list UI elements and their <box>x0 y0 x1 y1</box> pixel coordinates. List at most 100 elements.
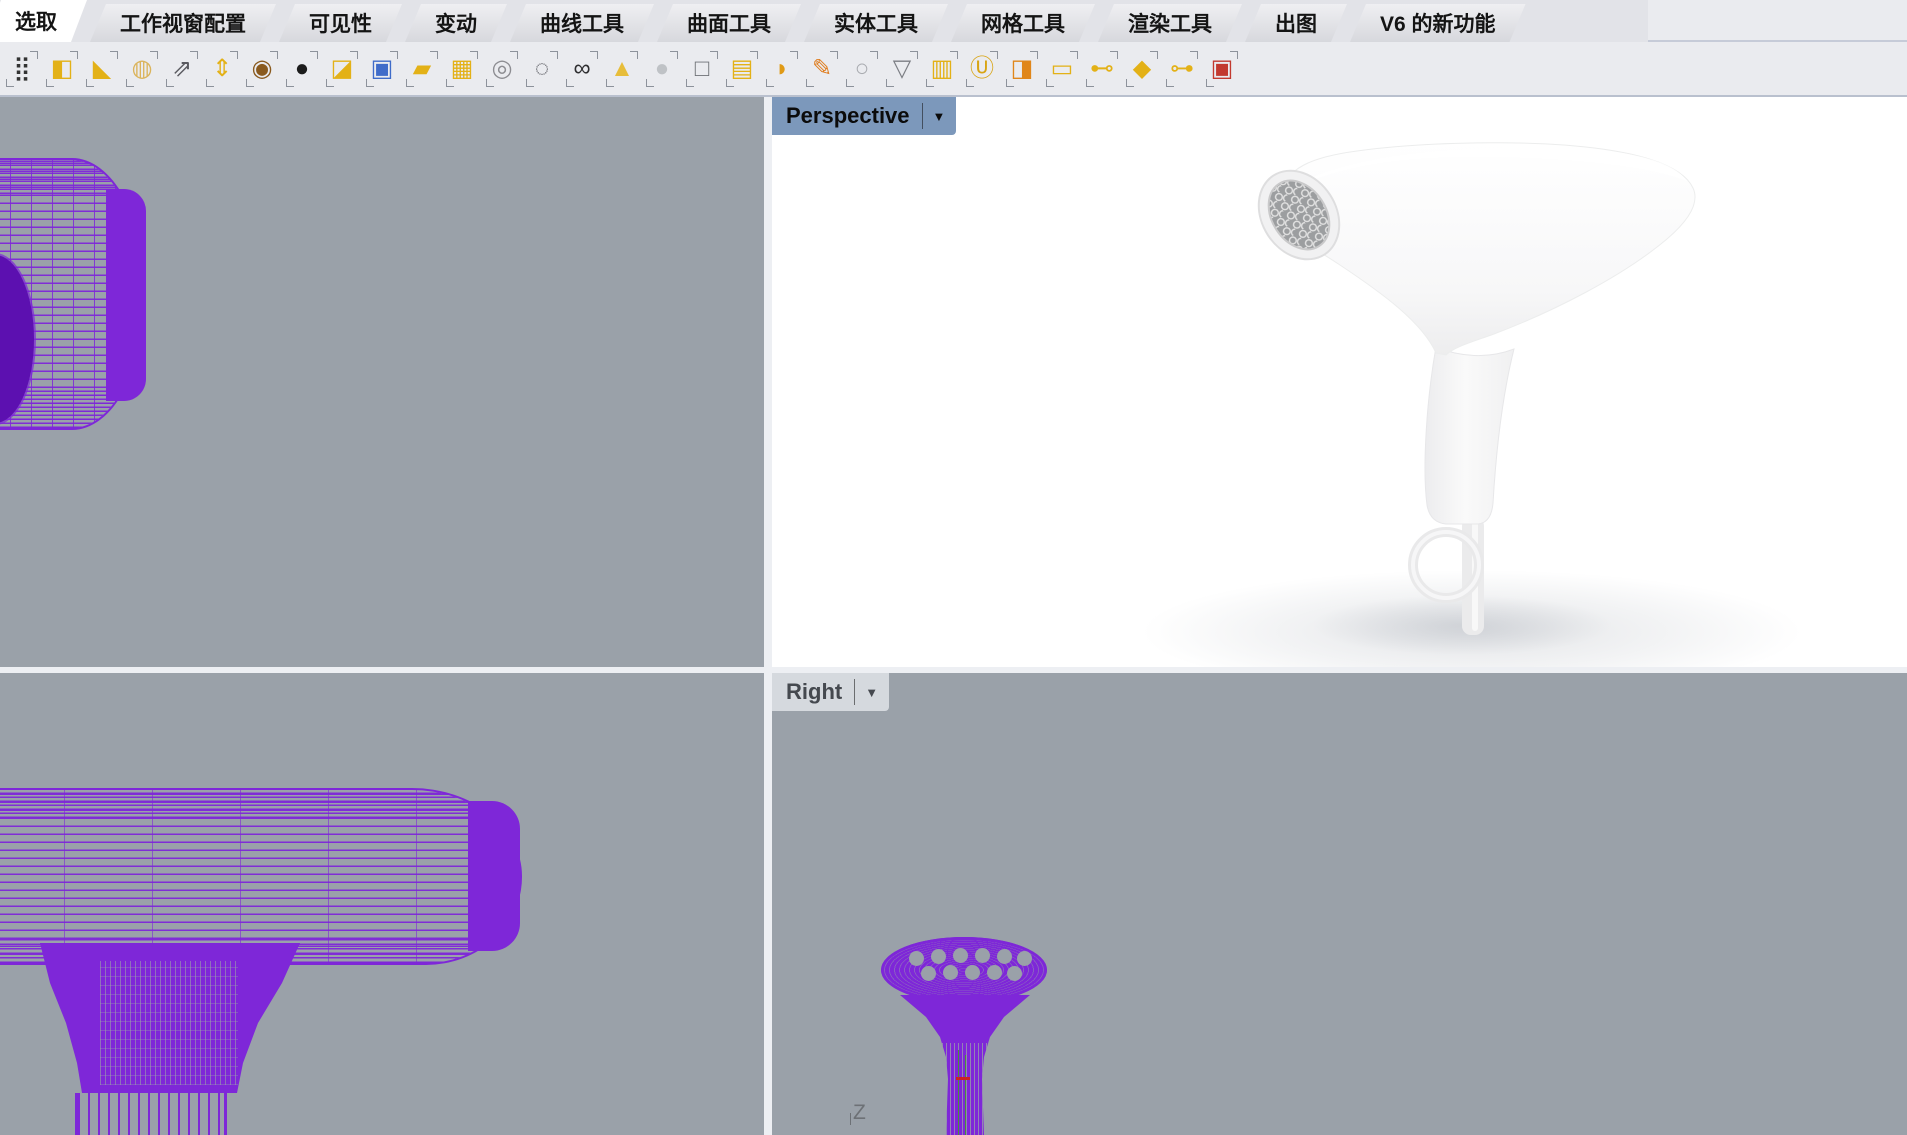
select-cone-icon[interactable]: ◣ <box>82 47 122 91</box>
rhino-window: 显示选取工作视窗配置可见性变动曲线工具曲面工具实体工具网格工具渲染工具出图V6 … <box>0 0 1907 1135</box>
select-plane-icon[interactable]: ▰ <box>402 47 442 91</box>
axis-tick <box>850 1113 851 1125</box>
tab-drafting[interactable]: 出图 <box>1245 4 1347 42</box>
vent-hole <box>921 966 936 981</box>
select-brush-icon-glyph: ✎ <box>812 57 832 81</box>
tab-select[interactable]: 选取 <box>0 0 87 42</box>
select-polysurface-icon-glyph: ◪ <box>331 57 354 81</box>
tab-label: 实体工具 <box>834 8 918 38</box>
select-u-cube-icon[interactable]: Ⓤ <box>962 47 1002 91</box>
select-key-icon-glyph: ⊷ <box>1090 57 1114 81</box>
vent-hole <box>909 951 924 966</box>
select-lasso-icon[interactable]: ◌ <box>522 47 562 91</box>
tab-mesh-tools[interactable]: 网格工具 <box>951 4 1095 42</box>
select-volume-icon[interactable]: ◗ <box>762 47 802 91</box>
tab-curve-tools[interactable]: 曲线工具 <box>510 4 654 42</box>
viewport-title-perspective[interactable]: Perspective ▼ <box>772 97 956 135</box>
wireframe-body <box>0 788 522 965</box>
curve-green <box>958 1050 959 1135</box>
select-hatch-icon[interactable]: ◍ <box>122 47 162 91</box>
vent-hole <box>987 965 1002 980</box>
select-polysurface-icon[interactable]: ◪ <box>322 47 362 91</box>
select-chain-icon[interactable]: ∞ <box>562 47 602 91</box>
vent-hole <box>975 948 990 963</box>
chevron-down-icon[interactable]: ▼ <box>862 683 881 702</box>
select-key-tag-icon[interactable]: ⊶ <box>1162 47 1202 91</box>
select-filter-icon[interactable]: ▽ <box>882 47 922 91</box>
vent-hole <box>997 949 1012 964</box>
select-points-icon[interactable]: ⣿ <box>2 47 42 91</box>
tab-transform[interactable]: 变动 <box>405 4 507 42</box>
viewport-top-left[interactable] <box>0 97 764 667</box>
chevron-down-icon[interactable]: ▼ <box>930 107 949 126</box>
select-fence-icon[interactable]: ▥ <box>922 47 962 91</box>
select-magnifier-icon[interactable]: ○ <box>842 47 882 91</box>
select-control-points-icon[interactable]: ⇗ <box>162 47 202 91</box>
tab-label: 工作视窗配置 <box>120 8 246 38</box>
select-black-objects-icon[interactable]: ● <box>282 47 322 91</box>
select-grid-icon[interactable]: ▦ <box>442 47 482 91</box>
wireframe-handle <box>900 995 1032 1135</box>
curve-green <box>965 1055 966 1135</box>
select-points-icon-glyph: ⣿ <box>13 57 31 81</box>
select-boundary-icon-glyph: ▭ <box>1051 57 1074 81</box>
select-block-icon-glyph: ▣ <box>371 57 394 81</box>
select-black-objects-icon-glyph: ● <box>295 57 310 81</box>
select-fence-icon-glyph: ▥ <box>931 57 954 81</box>
axis-z-label: Z <box>853 1101 866 1125</box>
title-separator <box>922 103 923 129</box>
main-toolbar: ⣿ ◧ ◣ ◍⇗ ⇕ ◉ ● ◪ ▣ ▰ ▦ ◎ ◌ ∞ ▲ ● □ ▤ ◗ ✎ ○ ▽ ▥ Ⓤ ◨ ▭ ⊷ ◆ ⊶ ▣ <box>0 42 1907 97</box>
tab-render-tools[interactable]: 渲染工具 <box>1098 4 1242 42</box>
select-sphere-icon[interactable]: ● <box>642 47 682 91</box>
tab-label: 变动 <box>435 8 477 38</box>
select-extrusion-icon[interactable]: ◨ <box>1002 47 1042 91</box>
select-pyramid-icon[interactable]: ▲ <box>602 47 642 91</box>
tab-label: 曲线工具 <box>540 8 624 38</box>
select-extrusion-icon-glyph: ◨ <box>1011 57 1034 81</box>
select-clipped-cube-icon[interactable]: ▣ <box>1202 47 1242 91</box>
select-plane-icon-glyph: ▰ <box>413 57 431 81</box>
select-boundary-icon[interactable]: ▭ <box>1042 47 1082 91</box>
viewport-right[interactable]: Z Right ▼ <box>772 673 1907 1135</box>
select-brush-icon[interactable]: ✎ <box>802 47 842 91</box>
viewport-perspective[interactable]: Perspective ▼ <box>772 97 1907 667</box>
tab-solid-tools[interactable]: 实体工具 <box>804 4 948 42</box>
select-lasso-icon-glyph: ◌ <box>535 57 549 81</box>
select-magnifier-icon-glyph: ○ <box>855 57 870 81</box>
select-solids-icon[interactable]: ◧ <box>42 47 82 91</box>
tab-visibility[interactable]: 可见性 <box>279 4 402 42</box>
select-wirecube-icon[interactable]: □ <box>682 47 722 91</box>
toolbar-icons: ⣿ ◧ ◣ ◍⇗ ⇕ ◉ ● ◪ ▣ ▰ ▦ ◎ ◌ ∞ ▲ ● □ ▤ ◗ ✎ ○ ▽ ▥ Ⓤ ◨ ▭ ⊷ ◆ ⊶ ▣ <box>0 42 1242 95</box>
tab-surface-tools[interactable]: 曲面工具 <box>657 4 801 42</box>
select-key-tag-icon-glyph: ⊶ <box>1170 57 1194 81</box>
select-u-cube-icon-glyph: Ⓤ <box>970 57 994 81</box>
select-filter-icon-glyph: ▽ <box>893 57 911 81</box>
rendered-hair-dryer <box>772 97 1907 667</box>
select-key-icon[interactable]: ⊷ <box>1082 47 1122 91</box>
select-cone-icon-glyph: ◣ <box>93 57 111 81</box>
viewport-title-right[interactable]: Right ▼ <box>772 673 889 711</box>
select-tag-icon[interactable]: ◆ <box>1122 47 1162 91</box>
select-pyramid-icon-glyph: ▲ <box>610 57 634 81</box>
vent-hole <box>943 965 958 980</box>
select-spiral-icon-glyph: ◎ <box>492 57 513 81</box>
tab-label: 曲面工具 <box>687 8 771 38</box>
viewport-bottom-left[interactable] <box>0 673 764 1135</box>
tab-label: 渲染工具 <box>1128 8 1212 38</box>
curve-red <box>956 1077 970 1080</box>
select-wirecube-icon-glyph: □ <box>695 57 710 81</box>
toolbar-tab-bar: 显示选取工作视窗配置可见性变动曲线工具曲面工具实体工具网格工具渲染工具出图V6 … <box>0 0 1907 42</box>
tab-bar-empty-area <box>1648 0 1907 42</box>
select-block-icon[interactable]: ▣ <box>362 47 402 91</box>
select-shapes-icon-glyph: ▤ <box>731 57 754 81</box>
select-dimension-icon[interactable]: ⇕ <box>202 47 242 91</box>
select-dimension-icon-glyph: ⇕ <box>212 57 232 81</box>
tab-viewport-layout[interactable]: 工作视窗配置 <box>90 4 276 42</box>
wireframe-handle-flare <box>36 943 302 1093</box>
select-sphere-icon-glyph: ● <box>655 57 670 81</box>
select-shapes-icon[interactable]: ▤ <box>722 47 762 91</box>
tab-new-in-v6[interactable]: V6 的新功能 <box>1350 4 1526 42</box>
select-spiral-icon[interactable]: ◎ <box>482 47 522 91</box>
select-by-color-icon[interactable]: ◉ <box>242 47 282 91</box>
wireframe-head <box>881 937 1047 1003</box>
